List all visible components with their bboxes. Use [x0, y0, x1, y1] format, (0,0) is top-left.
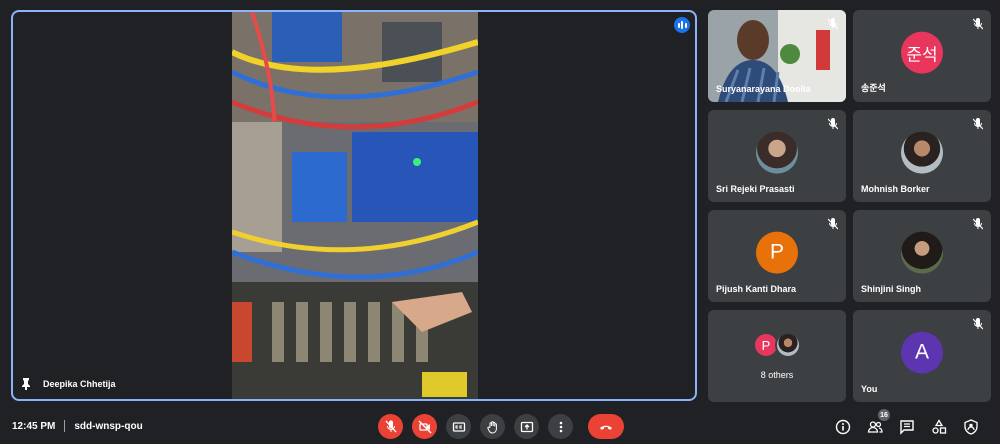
host-controls-button[interactable] — [962, 418, 980, 436]
participant-name: You — [861, 384, 878, 394]
end-call-icon — [600, 425, 612, 430]
participant-tile[interactable]: 준석 송준석 — [853, 10, 991, 102]
divider — [64, 420, 66, 432]
mic-off-icon — [973, 218, 983, 230]
mic-off-icon — [973, 118, 983, 130]
participant-tile[interactable]: Suryanarayana Doolla — [708, 10, 846, 102]
pin-icon[interactable] — [21, 378, 31, 390]
chat-icon — [900, 420, 914, 435]
show-everyone-button[interactable]: 16 — [866, 409, 890, 436]
meeting-time: 12:45 PM — [12, 420, 56, 432]
others-tile[interactable]: P 8 others — [708, 310, 846, 402]
mic-off-icon — [384, 420, 397, 432]
raise-hand-icon — [486, 420, 497, 434]
present-icon — [520, 421, 533, 432]
main-video-stage[interactable]: Deepika Chhetija — [11, 10, 697, 401]
avatar — [756, 131, 798, 174]
activities-icon — [932, 419, 947, 434]
avatar — [901, 231, 943, 274]
leave-call-button[interactable] — [588, 414, 624, 439]
avatar: 준석 — [901, 31, 943, 74]
participant-count-badge: 16 — [878, 409, 890, 421]
participant-tile[interactable]: P Pijush Kanti Dhara — [708, 210, 846, 302]
presenter-video-feed — [232, 12, 478, 399]
mic-off-icon — [828, 218, 838, 230]
meeting-toolbar: 12:45 PM sdd-wnsp-qou 16 — [0, 406, 1000, 444]
self-tile[interactable]: A You — [853, 310, 991, 402]
participant-name: Suryanarayana Doolla — [716, 84, 811, 94]
people-icon — [867, 421, 883, 433]
participant-name: Sri Rejeki Prasasti — [716, 184, 795, 194]
participant-name: Mohnish Borker — [861, 184, 930, 194]
avatar: A — [901, 331, 943, 374]
participant-name: 송준석 — [861, 83, 886, 93]
mic-off-icon — [973, 318, 983, 330]
participant-name: Shinjini Singh — [861, 284, 921, 294]
others-count: 8 others — [760, 370, 794, 380]
meeting-details-button[interactable] — [834, 418, 852, 436]
avatar — [901, 131, 943, 174]
chat-button[interactable] — [898, 418, 916, 436]
captions-button[interactable] — [446, 414, 471, 439]
mic-off-icon — [828, 118, 838, 130]
avatar — [775, 332, 801, 358]
toggle-microphone-button[interactable] — [378, 414, 403, 439]
more-options-icon — [559, 421, 562, 432]
more-options-button[interactable] — [548, 414, 573, 439]
raise-hand-button[interactable] — [480, 414, 505, 439]
activities-button[interactable] — [930, 418, 948, 436]
participant-tile[interactable]: Mohnish Borker — [853, 110, 991, 202]
avatar: P — [756, 231, 798, 274]
info-icon — [835, 419, 851, 435]
host-controls-icon — [964, 419, 978, 435]
camera-off-icon — [418, 420, 431, 433]
participant-name: Pijush Kanti Dhara — [716, 284, 797, 294]
mic-off-icon — [828, 18, 838, 30]
present-now-button[interactable] — [514, 414, 539, 439]
meeting-code: sdd-wnsp-qou — [74, 420, 143, 432]
participant-tile[interactable]: Sri Rejeki Prasasti — [708, 110, 846, 202]
mic-off-icon — [973, 18, 983, 30]
toggle-camera-button[interactable] — [412, 414, 437, 439]
captions-icon — [452, 421, 465, 432]
speaking-indicator-icon — [674, 17, 690, 33]
main-participant-name: Deepika Chhetija — [43, 379, 116, 389]
participant-tile[interactable]: Shinjini Singh — [853, 210, 991, 302]
